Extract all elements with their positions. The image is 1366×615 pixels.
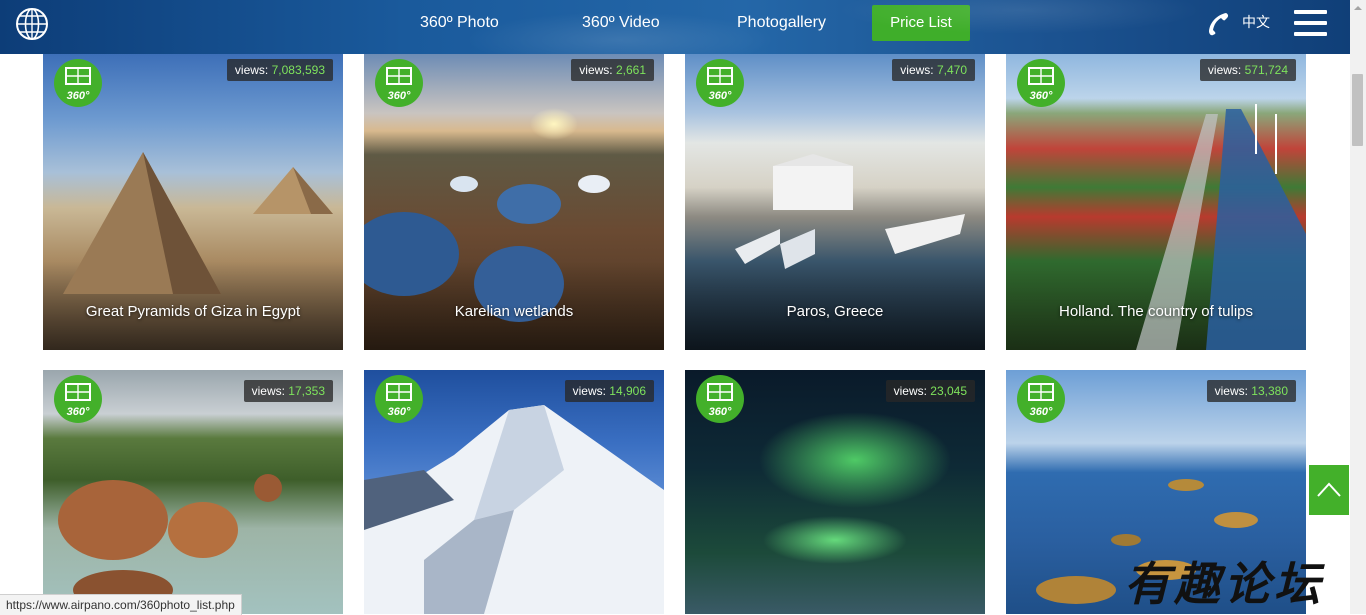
price-list-button[interactable]: Price List: [872, 5, 970, 41]
panorama-card-aurora[interactable]: 360° views: 23,045: [685, 370, 985, 614]
views-count: views: 571,724: [1199, 59, 1296, 81]
phone-icon[interactable]: [1207, 10, 1233, 36]
panorama-title[interactable]: Great Pyramids of Giza in Egypt: [43, 303, 343, 320]
views-count: views: 14,906: [564, 380, 654, 402]
svg-text:360°: 360°: [1030, 406, 1053, 418]
nav-photogallery[interactable]: Photogallery: [737, 0, 826, 46]
panorama-card-seychelles[interactable]: 360° views: 17,353: [43, 370, 343, 614]
360-badge-icon: 360°: [374, 58, 424, 108]
nav-360-photo[interactable]: 360º Photo: [420, 0, 499, 46]
360-badge-icon: 360°: [695, 58, 745, 108]
panorama-card-paros[interactable]: 360° views: 7,470 Paros, Greece: [685, 54, 985, 350]
nav-360-video[interactable]: 360º Video: [582, 0, 660, 46]
panorama-title[interactable]: Holland. The country of tulips: [1006, 303, 1306, 320]
panorama-card-karelia[interactable]: 360° views: 2,661 Karelian wetlands: [364, 54, 664, 350]
scrollbar-thumb[interactable]: [1352, 74, 1363, 146]
panorama-title[interactable]: Karelian wetlands: [364, 303, 664, 320]
svg-text:360°: 360°: [709, 406, 732, 418]
svg-text:360°: 360°: [67, 406, 90, 418]
forum-watermark: 有趣论坛: [1124, 557, 1324, 611]
status-bar-url: https://www.airpano.com/360photo_list.ph…: [0, 594, 242, 615]
chevron-up-icon: [1317, 482, 1341, 497]
hamburger-menu-icon[interactable]: [1294, 10, 1328, 36]
panorama-title[interactable]: Paros, Greece: [685, 303, 985, 320]
language-switch-chinese[interactable]: 中文: [1242, 0, 1270, 46]
svg-text:360°: 360°: [388, 90, 411, 102]
site-header: 360º Photo 360º Video Photogallery Price…: [0, 0, 1350, 54]
svg-text:360°: 360°: [709, 90, 732, 102]
views-count: views: 23,045: [885, 380, 975, 402]
360-badge-icon: 360°: [374, 374, 424, 424]
360-badge-icon: 360°: [53, 58, 103, 108]
views-count: views: 7,470: [892, 59, 975, 81]
svg-text:360°: 360°: [388, 406, 411, 418]
scroll-up-arrow-icon[interactable]: [1350, 0, 1366, 16]
panorama-card-giza[interactable]: 360° views: 7,083,593 Great Pyramids of …: [43, 54, 343, 350]
page-scrollbar[interactable]: [1350, 0, 1366, 614]
back-to-top-button[interactable]: [1309, 465, 1349, 515]
360-badge-icon: 360°: [53, 374, 103, 424]
panorama-card-holland[interactable]: 360° views: 571,724 Holland. The country…: [1006, 54, 1306, 350]
svg-text:360°: 360°: [67, 90, 90, 102]
views-count: views: 13,380: [1206, 380, 1296, 402]
panorama-card-mountain[interactable]: 360° views: 14,906: [364, 370, 664, 614]
svg-text:360°: 360°: [1030, 90, 1053, 102]
views-count: views: 7,083,593: [226, 59, 333, 81]
globe-logo-icon[interactable]: [14, 6, 50, 42]
360-badge-icon: 360°: [695, 374, 745, 424]
views-count: views: 2,661: [571, 59, 654, 81]
360-badge-icon: 360°: [1016, 374, 1066, 424]
360-badge-icon: 360°: [1016, 58, 1066, 108]
views-count: views: 17,353: [243, 380, 333, 402]
